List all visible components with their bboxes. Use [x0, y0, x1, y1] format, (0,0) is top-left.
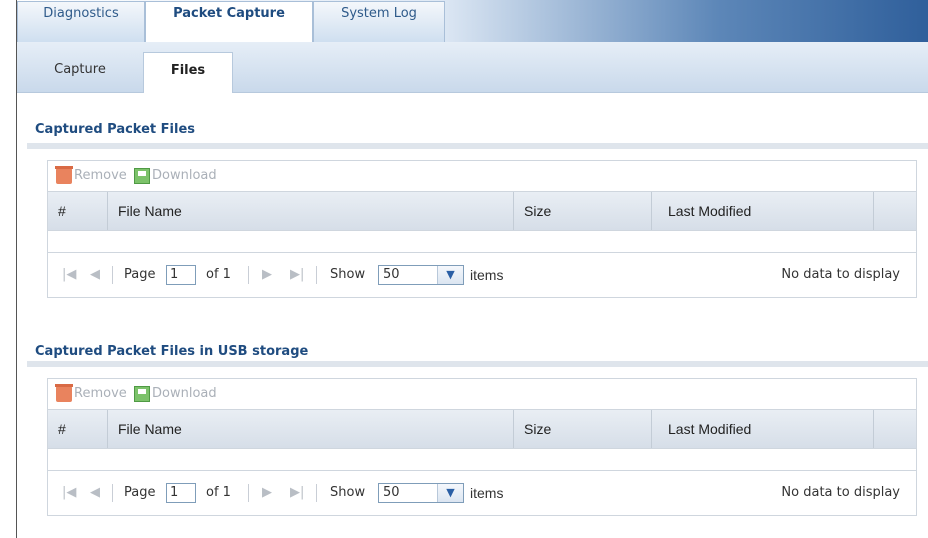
- main-tab-bar: Diagnostics Packet Capture System Log: [17, 0, 928, 43]
- last-page-icon[interactable]: ▶|: [290, 471, 304, 515]
- page-total-label: of 1: [206, 267, 231, 282]
- remove-button[interactable]: Remove: [55, 166, 136, 186]
- prev-page-icon[interactable]: ◀: [90, 253, 100, 297]
- usb-files-panel: Remove Download # File Name Size Last Mo…: [47, 378, 917, 516]
- page-label: Page: [124, 267, 156, 282]
- column-header-number[interactable]: #: [48, 410, 108, 448]
- page-size-value: 50: [383, 267, 400, 282]
- column-header-size[interactable]: Size: [514, 410, 652, 448]
- column-header-number[interactable]: #: [48, 192, 108, 230]
- section-title-captured-files: Captured Packet Files: [35, 122, 196, 137]
- download-button[interactable]: Download: [134, 384, 234, 404]
- subtab-files[interactable]: Files: [143, 52, 233, 93]
- items-label: items: [470, 485, 504, 501]
- pagination-bar: |◀ ◀ Page 1 of 1 ▶ ▶| Show 50 ▼ items No…: [48, 471, 916, 515]
- tab-diagnostics[interactable]: Diagnostics: [17, 1, 145, 42]
- section-divider: [27, 361, 928, 367]
- divider: [316, 266, 317, 284]
- tab-packet-capture[interactable]: Packet Capture: [145, 1, 313, 43]
- table-header: # File Name Size Last Modified: [48, 409, 916, 449]
- column-header-file-name[interactable]: File Name: [108, 410, 514, 448]
- table-body-empty: [48, 231, 916, 253]
- remove-label: Remove: [74, 168, 127, 183]
- download-button[interactable]: Download: [134, 166, 234, 186]
- prev-page-icon[interactable]: ◀: [90, 471, 100, 515]
- section-title-usb-files: Captured Packet Files in USB storage: [35, 344, 309, 359]
- remove-label: Remove: [74, 386, 127, 401]
- first-page-icon[interactable]: |◀: [62, 471, 76, 515]
- column-header-last-modified[interactable]: Last Modified: [652, 192, 874, 230]
- items-label: items: [470, 267, 504, 283]
- main-frame: Diagnostics Packet Capture System Log Ca…: [16, 0, 928, 538]
- page-label: Page: [124, 485, 156, 500]
- page-size-select[interactable]: 50 ▼: [378, 265, 464, 285]
- pagination-bar: |◀ ◀ Page 1 of 1 ▶ ▶| Show 50 ▼ items No…: [48, 253, 916, 297]
- chevron-down-icon[interactable]: ▼: [437, 484, 463, 502]
- divider: [248, 266, 249, 284]
- page-total-label: of 1: [206, 485, 231, 500]
- remove-button[interactable]: Remove: [55, 384, 136, 404]
- table-body-empty: [48, 449, 916, 471]
- show-label: Show: [330, 485, 366, 500]
- next-page-icon[interactable]: ▶: [262, 471, 272, 515]
- no-data-message: No data to display: [781, 267, 900, 282]
- subtab-capture[interactable]: Capture: [35, 52, 125, 92]
- chevron-down-icon[interactable]: ▼: [437, 266, 463, 284]
- page-number-input[interactable]: 1: [166, 265, 196, 285]
- page-size-select[interactable]: 50 ▼: [378, 483, 464, 503]
- last-page-icon[interactable]: ▶|: [290, 253, 304, 297]
- toolbar: Remove Download: [48, 379, 916, 409]
- trash-icon: [55, 384, 73, 402]
- column-header-size[interactable]: Size: [514, 192, 652, 230]
- tab-system-log[interactable]: System Log: [313, 1, 445, 42]
- page-number-input[interactable]: 1: [166, 483, 196, 503]
- column-header-last-modified[interactable]: Last Modified: [652, 410, 874, 448]
- save-disk-icon: [134, 386, 150, 402]
- divider: [248, 484, 249, 502]
- divider: [112, 266, 113, 284]
- first-page-icon[interactable]: |◀: [62, 253, 76, 297]
- divider: [316, 484, 317, 502]
- captured-files-panel: Remove Download # File Name Size Last Mo…: [47, 160, 917, 298]
- page-size-value: 50: [383, 485, 400, 500]
- show-label: Show: [330, 267, 366, 282]
- download-label: Download: [152, 386, 217, 401]
- section-divider: [27, 143, 928, 149]
- next-page-icon[interactable]: ▶: [262, 253, 272, 297]
- trash-icon: [55, 166, 73, 184]
- download-label: Download: [152, 168, 217, 183]
- no-data-message: No data to display: [781, 485, 900, 500]
- column-header-file-name[interactable]: File Name: [108, 192, 514, 230]
- sub-tab-bar: Capture Files: [17, 42, 928, 93]
- table-header: # File Name Size Last Modified: [48, 191, 916, 231]
- toolbar: Remove Download: [48, 161, 916, 191]
- divider: [112, 484, 113, 502]
- save-disk-icon: [134, 168, 150, 184]
